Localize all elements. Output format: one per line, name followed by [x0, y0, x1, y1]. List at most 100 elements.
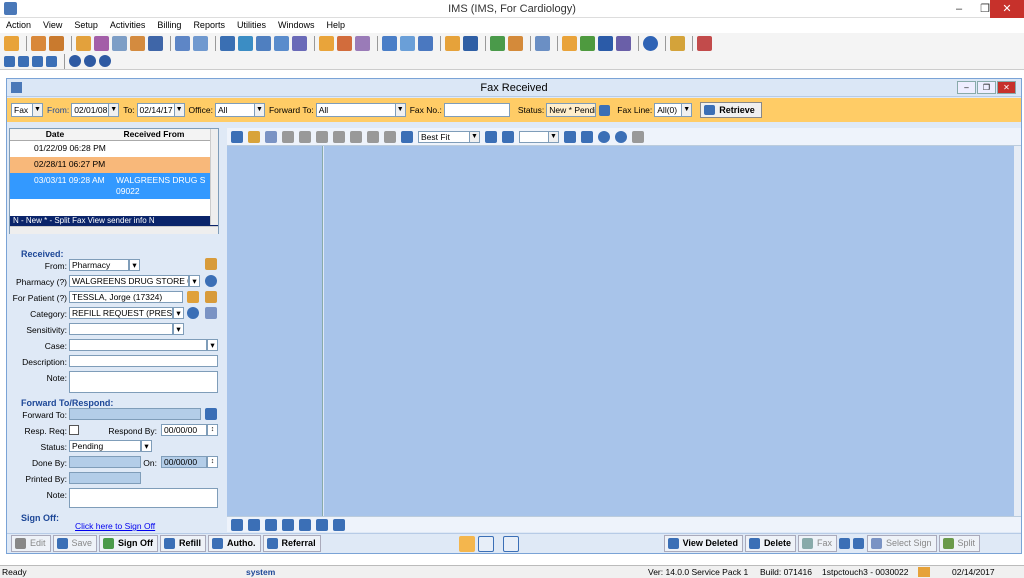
help-circle-icon[interactable]: [84, 55, 96, 67]
forward-to-select[interactable]: All: [315, 103, 396, 117]
menu-windows[interactable]: Windows: [272, 18, 321, 32]
referral-button[interactable]: Referral: [262, 535, 321, 552]
sign-off-link[interactable]: Click here to Sign Off: [75, 521, 155, 531]
from-date-input[interactable]: 02/01/08: [71, 103, 110, 117]
child-minimize-button[interactable]: –: [957, 81, 976, 94]
previous-arrow-icon[interactable]: [838, 538, 850, 549]
chevron-down-icon[interactable]: ▼: [469, 130, 480, 143]
column-received-from[interactable]: Received From: [100, 129, 208, 140]
report-icon[interactable]: [319, 35, 334, 51]
layout-grid-icon[interactable]: [458, 535, 475, 552]
forward-to-input[interactable]: [69, 408, 201, 420]
layout-single-icon[interactable]: [477, 535, 494, 552]
lab-icon[interactable]: [130, 35, 145, 51]
calendar-icon[interactable]: [112, 35, 127, 51]
split-view-icon[interactable]: [333, 518, 345, 531]
fit-height-icon[interactable]: [299, 518, 311, 531]
minimize-button[interactable]: –: [946, 0, 972, 18]
chevron-down-icon[interactable]: ▾: [207, 339, 218, 351]
menu-action[interactable]: Action: [0, 18, 37, 32]
shield-icon[interactable]: [148, 35, 163, 51]
fit-width-icon[interactable]: [265, 518, 277, 531]
pharmacy-add-icon[interactable]: [205, 275, 217, 287]
split-button[interactable]: Split: [938, 535, 981, 552]
lock-icon[interactable]: [670, 35, 685, 51]
to-date-input[interactable]: 02/14/17: [136, 103, 175, 117]
page-prev-icon[interactable]: [502, 130, 514, 143]
chevron-down-icon[interactable]: ▼: [32, 103, 43, 117]
respond-by-input[interactable]: 00/00/00: [161, 424, 207, 436]
autho-button[interactable]: Autho.: [208, 535, 261, 552]
folder-icon[interactable]: [76, 35, 91, 51]
view-deleted-button[interactable]: View Deleted: [663, 535, 743, 552]
group-icon[interactable]: [292, 35, 307, 51]
single-page-icon[interactable]: [248, 518, 260, 531]
network-icon[interactable]: [238, 35, 253, 51]
forward-note-textarea[interactable]: [69, 488, 218, 508]
rubber-stamp-icon[interactable]: [367, 130, 379, 143]
chevron-down-icon[interactable]: ▼: [681, 103, 693, 117]
retrieve-button[interactable]: Retrieve: [700, 102, 762, 118]
exit-icon[interactable]: [697, 35, 712, 51]
billing-icon[interactable]: [337, 35, 352, 51]
chevron-down-icon[interactable]: ▾: [129, 259, 140, 271]
printed-by-input[interactable]: [69, 472, 141, 484]
pharmacy-input[interactable]: WALGREENS DRUG STORE 09: [69, 275, 189, 287]
child-restore-button[interactable]: ❐: [977, 81, 996, 94]
tools-icon[interactable]: [562, 35, 577, 51]
rotate-right-icon[interactable]: [615, 130, 627, 143]
box-icon[interactable]: [384, 130, 396, 143]
viewer-scrollbar[interactable]: [1014, 146, 1021, 516]
zoom-in-icon[interactable]: [401, 130, 413, 143]
cloud-icon[interactable]: [400, 35, 415, 51]
menu-help[interactable]: Help: [320, 18, 351, 32]
inbox-icon[interactable]: [445, 35, 460, 51]
status-select[interactable]: Pending: [69, 440, 141, 452]
staff-icon[interactable]: [49, 35, 64, 51]
stats-icon[interactable]: [490, 35, 505, 51]
forward-picker-icon[interactable]: [205, 408, 217, 420]
document-icon[interactable]: [193, 35, 208, 51]
thumbnail-pane[interactable]: [227, 146, 323, 516]
rotate-left-icon[interactable]: [598, 130, 610, 143]
send-icon[interactable]: [382, 35, 397, 51]
next-record-icon[interactable]: [32, 55, 43, 67]
sync-icon[interactable]: [220, 35, 235, 51]
reload-icon[interactable]: [69, 55, 81, 67]
link-icon[interactable]: [616, 35, 631, 51]
settings-icon[interactable]: [632, 130, 644, 143]
previous-record-icon[interactable]: [18, 55, 29, 67]
resp-req-checkbox[interactable]: [69, 425, 79, 435]
page-select[interactable]: [519, 130, 549, 143]
image-icon[interactable]: [333, 130, 345, 143]
folder-open-icon[interactable]: [205, 258, 217, 270]
notes-icon[interactable]: [94, 35, 109, 51]
doctor-icon[interactable]: [31, 35, 46, 51]
sensitivity-select[interactable]: [69, 323, 173, 335]
thumbnail-view-icon[interactable]: [231, 518, 243, 531]
horizontal-scrollbar[interactable]: [10, 226, 218, 234]
table-row[interactable]: 01/22/09 06:28 PM: [10, 141, 218, 157]
fax-icon[interactable]: [463, 35, 478, 51]
chevron-down-icon[interactable]: ▾: [141, 440, 152, 452]
layout-split-icon[interactable]: [502, 535, 519, 552]
claims-icon[interactable]: [355, 35, 370, 51]
chart-icon[interactable]: [175, 35, 190, 51]
column-date[interactable]: Date: [10, 129, 100, 140]
case-select[interactable]: [69, 339, 207, 351]
delete-button[interactable]: Delete: [744, 535, 796, 552]
status-picker-icon[interactable]: [599, 104, 611, 116]
description-input[interactable]: [69, 355, 218, 367]
close-circle-icon[interactable]: [99, 55, 111, 67]
sign-off-button[interactable]: Sign Off: [99, 535, 159, 552]
vertical-scrollbar[interactable]: [210, 129, 218, 225]
table-row-selected[interactable]: 03/03/11 09:28 AM WALGREENS DRUG S 09022: [10, 173, 218, 199]
refresh-icon[interactable]: [580, 35, 595, 51]
chevron-down-icon[interactable]: ▼: [253, 103, 265, 117]
patient-folder-icon[interactable]: [205, 291, 217, 303]
save-button[interactable]: Save: [52, 535, 98, 552]
calendar-dropdown-icon[interactable]: ▼: [108, 103, 120, 117]
help-icon[interactable]: [643, 35, 658, 51]
page-next-icon[interactable]: [564, 130, 576, 143]
fit-page-icon[interactable]: [282, 518, 294, 531]
